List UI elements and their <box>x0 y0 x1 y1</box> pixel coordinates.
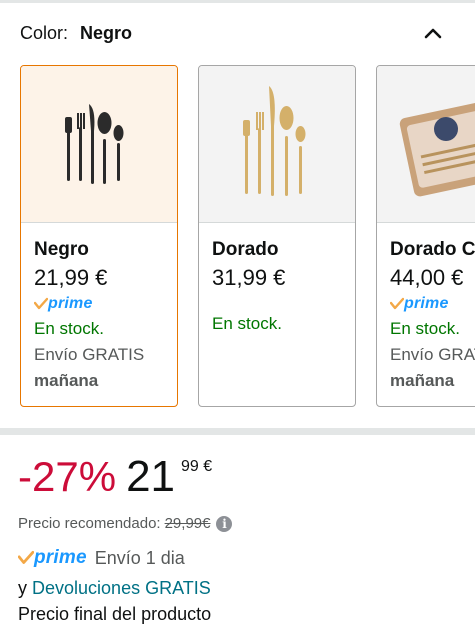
shipping-text: Envío GRATIS <box>34 345 145 364</box>
variant-card-negro[interactable]: Negro 21,99 € prime En stock. Envío GRAT… <box>20 65 178 407</box>
color-label: Color: <box>20 22 69 43</box>
chevron-up-icon[interactable] <box>420 20 446 46</box>
shipping-text: Envío GRAT <box>390 345 475 364</box>
variant-name: Negro <box>34 239 89 260</box>
variant-price: 21,99 € <box>34 265 108 290</box>
color-selector-header[interactable]: Color: Negro <box>20 20 460 46</box>
discount-percentage: -27% <box>18 453 117 500</box>
price-whole: 21 <box>126 452 176 501</box>
color-variant-carousel[interactable]: Negro 21,99 € prime En stock. Envío GRAT… <box>20 65 475 407</box>
recommended-price-label: Precio recomendado: <box>18 515 161 532</box>
section-divider <box>0 428 475 435</box>
prime-check-icon <box>390 297 404 310</box>
variant-card-dorado[interactable]: Dorado 31,99 € En stock. <box>198 65 356 407</box>
returns-row: y Devoluciones GRATIS <box>18 578 211 599</box>
prime-badge: prime <box>390 293 475 315</box>
shipping-day: mañana <box>34 371 99 390</box>
variant-card-dorado-c[interactable]: Dorado C 44,00 € prime En stock. Envío G… <box>376 65 475 407</box>
final-price-note: Precio final del producto <box>18 604 212 624</box>
variant-price: 44,00 € <box>390 265 464 290</box>
stock-status: En stock. <box>212 314 282 333</box>
recommended-price-value: 29,99€ <box>164 515 211 532</box>
stock-status: En stock. <box>390 319 460 338</box>
variant-price: 31,99 € <box>212 265 286 290</box>
delivery-text: Envío 1 dia <box>94 547 185 568</box>
variant-name: Dorado C <box>390 239 475 260</box>
top-divider <box>0 0 475 3</box>
price-fraction: 99 € <box>181 458 213 475</box>
selected-color-value: Negro <box>80 22 133 43</box>
variant-image-dorado-c <box>377 66 475 222</box>
variant-image-dorado <box>199 66 355 222</box>
returns-prefix: y <box>18 578 27 598</box>
prime-label: prime <box>34 547 87 568</box>
variant-image-negro <box>21 66 177 222</box>
prime-delivery-row: prime Envío 1 dia <box>18 547 185 569</box>
prime-check-icon <box>34 297 48 310</box>
info-icon[interactable]: i <box>216 515 233 532</box>
variant-name: Dorado <box>212 239 279 260</box>
cutlery-box-image <box>399 101 475 197</box>
prime-badge: prime <box>34 293 177 315</box>
prime-check-icon <box>18 550 34 564</box>
stock-status: En stock. <box>34 319 104 338</box>
prime-label: prime <box>48 295 93 312</box>
cutlery-image <box>243 86 306 196</box>
recommended-price-row: Precio recomendado: 29,99€ i <box>18 515 233 532</box>
shipping-day: mañana <box>390 371 455 390</box>
prime-label: prime <box>404 295 449 312</box>
free-returns-link[interactable]: Devoluciones GRATIS <box>32 578 211 598</box>
cutlery-image <box>65 104 124 184</box>
price-block: -27% 21 99 € <box>18 452 212 502</box>
